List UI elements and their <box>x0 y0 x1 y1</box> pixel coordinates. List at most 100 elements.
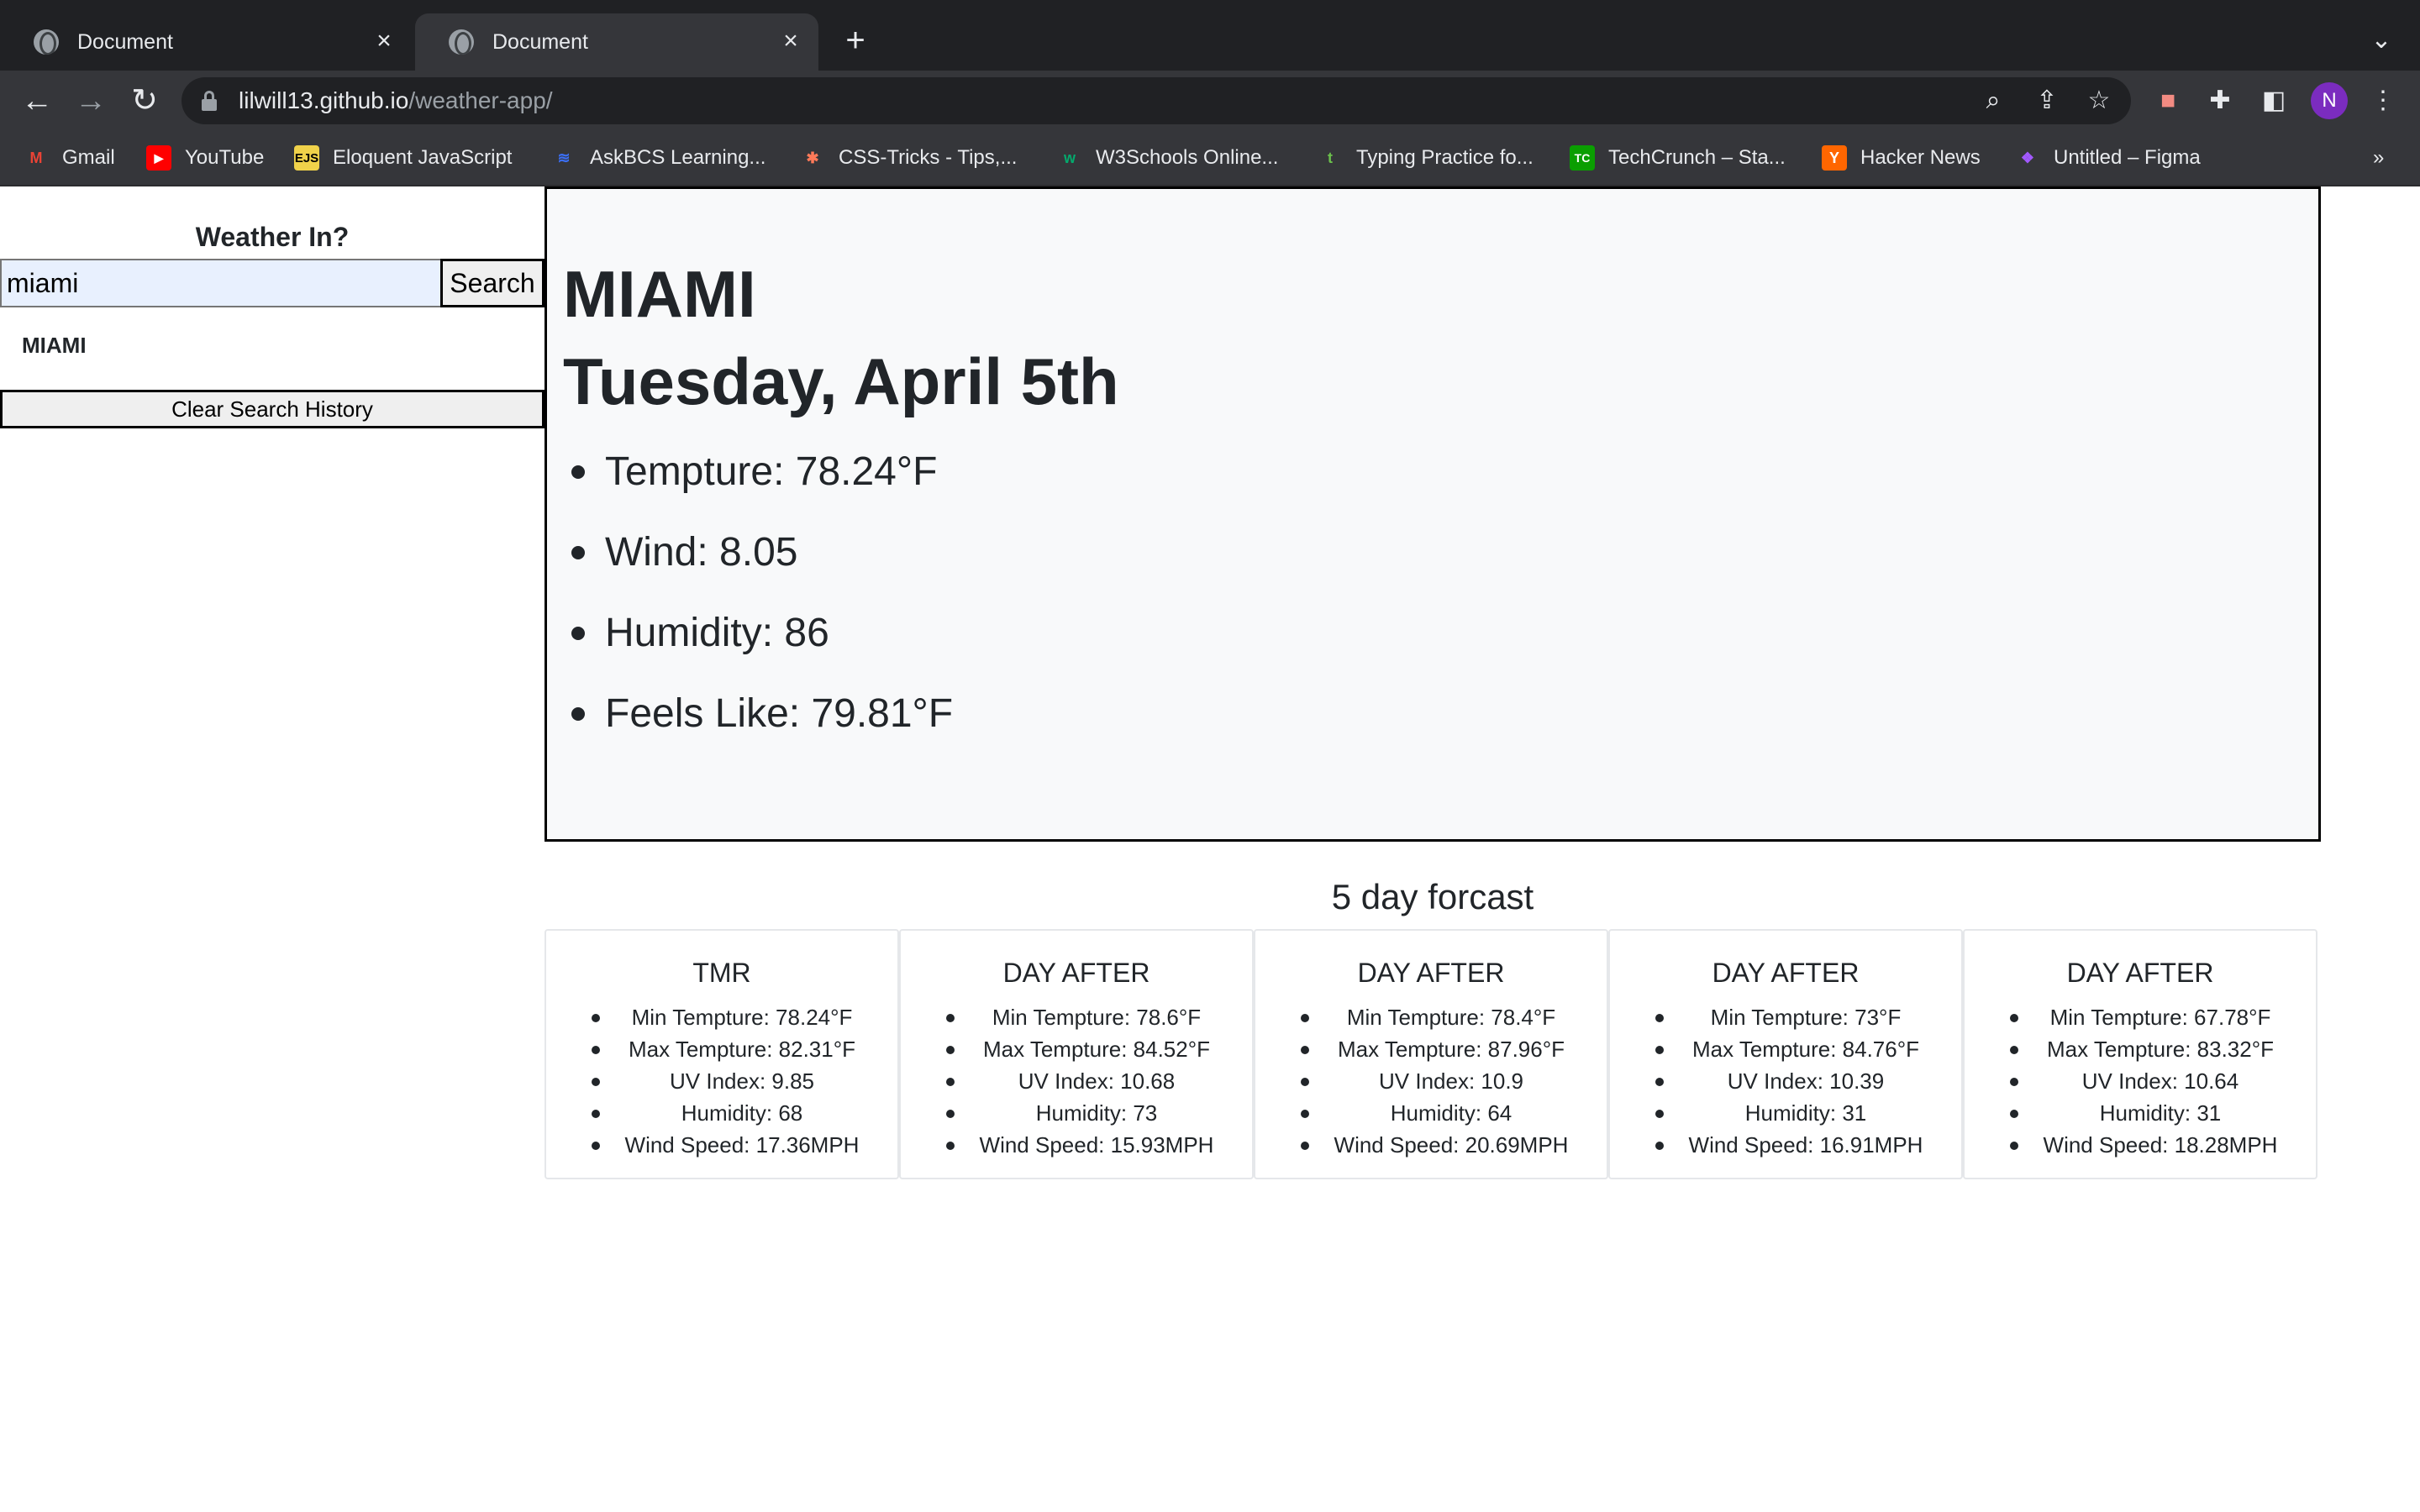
bookmark-w3schools[interactable]: w W3Schools Online... <box>1057 143 1278 173</box>
bookmark-label: Gmail <box>62 146 115 169</box>
bookmark-gmail[interactable]: M Gmail <box>24 143 115 173</box>
tab-title: Document <box>492 29 588 54</box>
zoom-icon[interactable]: ⌕ <box>1978 86 2008 116</box>
forecast-wind-speed: Wind Speed: 18.28MPH <box>1965 1129 2316 1161</box>
current-temperature: Tempture: 78.24°F <box>605 449 938 494</box>
forecast-max-temp: Max Tempture: 84.52°F <box>901 1033 1252 1065</box>
bullet <box>571 627 585 640</box>
globe-icon <box>34 29 59 55</box>
bookmark-figma[interactable]: ❖ Untitled – Figma <box>2015 143 2201 173</box>
bullet <box>571 707 585 721</box>
browser-tab-active[interactable]: Document × <box>415 13 818 71</box>
menu-icon[interactable]: ⋮ <box>2368 86 2398 116</box>
forecast-humidity: Humidity: 31 <box>1610 1097 1961 1129</box>
forecast-min-temp: Min Tempture: 78.4°F <box>1255 1001 1607 1033</box>
bookmark-label: Hacker News <box>1860 146 1981 169</box>
forecast-uv-index: UV Index: 10.39 <box>1610 1065 1961 1097</box>
search-input[interactable] <box>0 259 442 307</box>
reload-icon[interactable]: ↻ <box>126 82 163 119</box>
forecast-list: Min Tempture: 78.24°F Max Tempture: 82.3… <box>546 1001 897 1161</box>
forecast-list: Min Tempture: 67.78°F Max Tempture: 83.3… <box>1965 1001 2316 1161</box>
tab-title: Document <box>77 29 173 54</box>
forecast-card: DAY AFTER Min Tempture: 73°F Max Temptur… <box>1608 929 1963 1179</box>
w3schools-icon: w <box>1063 149 1076 166</box>
bookmarks-overflow-icon[interactable]: » <box>2373 143 2384 173</box>
askbcs-icon: ≋ <box>557 149 571 166</box>
bookmark-typing[interactable]: t Typing Practice fo... <box>1318 143 1534 173</box>
close-tab-icon[interactable]: × <box>778 29 803 54</box>
bookmark-label: AskBCS Learning... <box>590 146 766 169</box>
profile-avatar[interactable]: N <box>2311 82 2348 119</box>
gmail-icon: M <box>29 149 43 166</box>
extension-icon[interactable]: ■ <box>2153 86 2183 116</box>
back-icon[interactable]: ← <box>18 82 55 119</box>
browser-tab[interactable]: Document × <box>0 13 412 71</box>
forecast-min-temp: Min Tempture: 67.78°F <box>1965 1001 2316 1033</box>
forecast-day-label: DAY AFTER <box>1712 958 1860 988</box>
bullet <box>571 546 585 559</box>
forecast-wind-speed: Wind Speed: 16.91MPH <box>1610 1129 1961 1161</box>
forecast-max-temp: Max Tempture: 82.31°F <box>546 1033 897 1065</box>
forecast-card: TMR Min Tempture: 78.24°F Max Tempture: … <box>544 929 899 1179</box>
forecast-max-temp: Max Tempture: 87.96°F <box>1255 1033 1607 1065</box>
search-heading: Weather In? <box>195 222 350 252</box>
side-panel-icon[interactable]: ◧ <box>2259 86 2289 116</box>
url-host: lilwill13.github.io <box>239 87 409 113</box>
forecast-wind-speed: Wind Speed: 17.36MPH <box>546 1129 897 1161</box>
forward-icon[interactable]: → <box>72 82 109 119</box>
city-name: MIAMI <box>563 257 756 331</box>
forecast-min-temp: Min Tempture: 73°F <box>1610 1001 1961 1033</box>
share-icon[interactable]: ⇪ <box>2032 86 2062 116</box>
url-text[interactable]: lilwill13.github.io/weather-app/ <box>239 86 553 116</box>
forecast-day-label: DAY AFTER <box>1002 958 1150 988</box>
hacker-news-icon: Y <box>1822 145 1847 171</box>
bookmark-label: Typing Practice fo... <box>1356 146 1534 169</box>
bookmark-label: YouTube <box>185 146 265 169</box>
forecast-wind-speed: Wind Speed: 15.93MPH <box>901 1129 1252 1161</box>
forecast-card: DAY AFTER Min Tempture: 78.4°F Max Tempt… <box>1254 929 1608 1179</box>
techcrunch-icon: TC <box>1570 145 1595 171</box>
clear-history-button[interactable]: Clear Search History <box>0 390 544 428</box>
search-history-item[interactable]: MIAMI <box>22 333 87 359</box>
forecast-humidity: Humidity: 68 <box>546 1097 897 1129</box>
forecast-uv-index: UV Index: 9.85 <box>546 1065 897 1097</box>
css-tricks-icon: ✱ <box>806 149 819 166</box>
puzzle-icon[interactable]: ✚ <box>2205 86 2235 116</box>
forecast-list: Min Tempture: 73°F Max Tempture: 84.76°F… <box>1610 1001 1961 1161</box>
url-path: /weather-app/ <box>408 87 553 113</box>
bookmark-hacker-news[interactable]: Y Hacker News <box>1822 143 1981 173</box>
forecast-humidity: Humidity: 64 <box>1255 1097 1607 1129</box>
forecast-card: DAY AFTER Min Tempture: 67.78°F Max Temp… <box>1963 929 2317 1179</box>
close-tab-icon[interactable]: × <box>371 29 397 54</box>
forecast-min-temp: Min Tempture: 78.24°F <box>546 1001 897 1033</box>
star-icon[interactable]: ☆ <box>2084 86 2114 116</box>
forecast-card: DAY AFTER Min Tempture: 78.6°F Max Tempt… <box>899 929 1254 1179</box>
current-wind: Wind: 8.05 <box>605 530 798 575</box>
bookmark-techcrunch[interactable]: TC TechCrunch – Sta... <box>1570 143 1786 173</box>
forecast-max-temp: Max Tempture: 83.32°F <box>1965 1033 2316 1065</box>
forecast-uv-index: UV Index: 10.64 <box>1965 1065 2316 1097</box>
forecast-wind-speed: Wind Speed: 20.69MPH <box>1255 1129 1607 1161</box>
lock-icon[interactable] <box>202 91 217 111</box>
search-button[interactable]: Search <box>440 259 544 307</box>
globe-icon <box>449 29 474 55</box>
forecast-uv-index: UV Index: 10.9 <box>1255 1065 1607 1097</box>
chevron-down-icon[interactable]: ⌄ <box>2366 25 2396 55</box>
forecast-day-label: TMR <box>692 958 751 988</box>
forecast-title: 5 day forcast <box>1331 877 1534 916</box>
bookmark-label: Untitled – Figma <box>2054 146 2201 169</box>
current-feels-like: Feels Like: 79.81°F <box>605 691 954 736</box>
current-date: Tuesday, April 5th <box>563 344 1119 418</box>
bookmark-css-tricks[interactable]: ✱ CSS-Tricks - Tips,... <box>800 143 1017 173</box>
bookmark-eloquent-js[interactable]: EJS Eloquent JavaScript <box>294 143 512 173</box>
ejs-icon: EJS <box>294 145 319 171</box>
youtube-icon: ▶ <box>146 145 171 171</box>
bookmark-askbcs[interactable]: ≋ AskBCS Learning... <box>551 143 765 173</box>
forecast-list: Min Tempture: 78.6°F Max Tempture: 84.52… <box>901 1001 1252 1161</box>
forecast-max-temp: Max Tempture: 84.76°F <box>1610 1033 1961 1065</box>
forecast-uv-index: UV Index: 10.68 <box>901 1065 1252 1097</box>
bookmark-youtube[interactable]: ▶ YouTube <box>146 143 264 173</box>
forecast-day-label: DAY AFTER <box>1357 958 1505 988</box>
bookmark-label: W3Schools Online... <box>1096 146 1279 169</box>
new-tab-icon[interactable]: + <box>839 24 872 57</box>
